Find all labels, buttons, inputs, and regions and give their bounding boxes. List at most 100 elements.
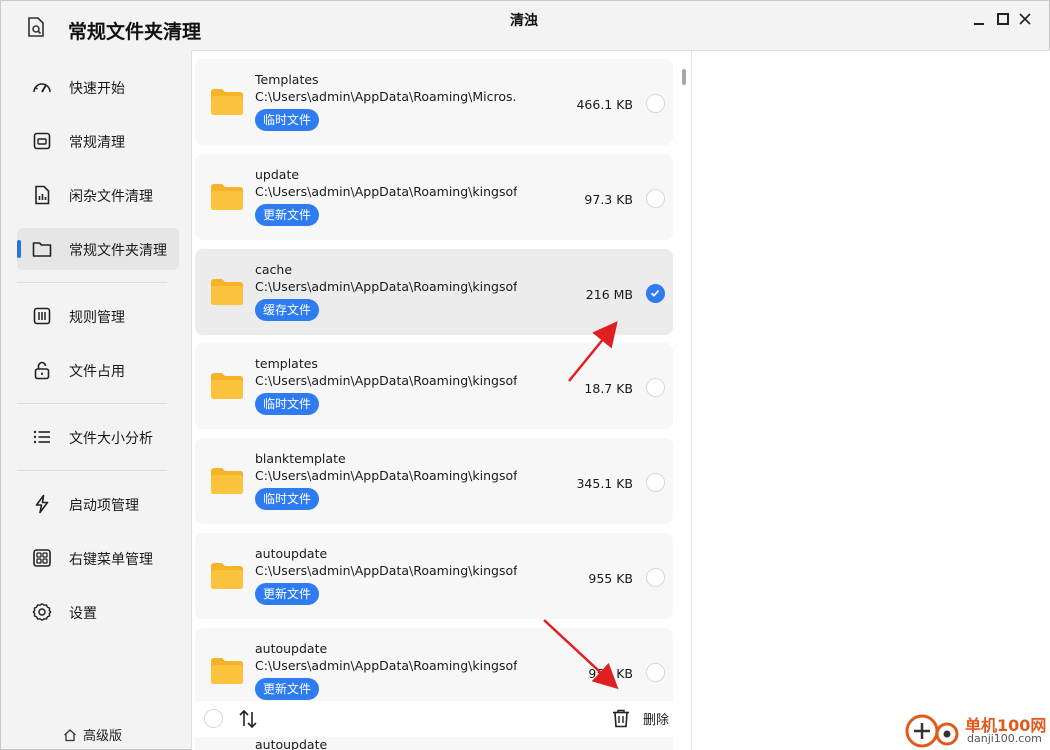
folder-checkbox[interactable] xyxy=(646,378,665,397)
app-logo-icon xyxy=(28,17,44,37)
folder-name: templates xyxy=(255,356,318,371)
folder-name: update xyxy=(255,167,300,182)
rules-icon xyxy=(33,307,51,325)
gear-icon xyxy=(32,603,52,621)
folder-icon xyxy=(211,468,243,494)
folder-path: C:\Users\admin\AppData\Roaming\Micros... xyxy=(255,89,517,104)
folder-type-badge: 缓存文件 xyxy=(255,299,320,321)
delete-label: 删除 xyxy=(643,712,670,728)
folder-type-badge: 更新文件 xyxy=(255,678,320,700)
sidebar-item-label: 文件大小分析 xyxy=(69,431,153,447)
sidebar-item-settings[interactable]: 设置 xyxy=(17,591,179,633)
sidebar-item-label: 设置 xyxy=(69,606,97,622)
app-window: 常规文件夹清理 清浊 快速开始 常规清理 闲杂文件清理 常规文件夹清理 规则管理… xyxy=(0,0,1050,750)
folder-card[interactable]: update C:\Users\admin\AppData\Roaming\ki… xyxy=(195,154,673,240)
folder-size: 97.3 KB xyxy=(584,192,633,207)
folder-name: Templates xyxy=(255,72,319,87)
detail-pane xyxy=(691,50,1050,750)
list-icon xyxy=(33,430,50,444)
close-icon xyxy=(1019,13,1031,25)
folder-path: C:\Users\admin\AppData\Roaming\kingsof..… xyxy=(255,563,517,578)
folder-icon xyxy=(211,184,243,210)
minimize-button[interactable] xyxy=(969,9,989,29)
folder-card[interactable]: autoupdate C:\Users\admin\AppData\Roamin… xyxy=(195,533,673,619)
checkmark-icon xyxy=(650,290,660,297)
folder-size: 955 KB xyxy=(588,571,633,586)
watermark-url: danji100.com xyxy=(967,732,1042,745)
folder-name: cache xyxy=(255,262,293,277)
sidebar-item-regular-clean[interactable]: 常规清理 xyxy=(17,120,179,162)
folder-path: C:\Users\admin\AppData\Roaming\kingsof..… xyxy=(255,184,517,199)
folder-name: blanktemplate xyxy=(255,451,346,466)
delete-button[interactable]: 删除 xyxy=(611,708,669,728)
folder-checkbox[interactable] xyxy=(646,94,665,113)
sidebar-item-label: 常规文件夹清理 xyxy=(69,243,167,259)
sidebar-item-label: 闲杂文件清理 xyxy=(69,189,153,205)
folder-card[interactable]: Templates C:\Users\admin\AppData\Roaming… xyxy=(195,59,673,145)
folder-icon xyxy=(32,242,52,257)
folder-type-badge: 更新文件 xyxy=(255,204,320,226)
sidebar-item-size-analysis[interactable]: 文件大小分析 xyxy=(17,416,179,458)
minimize-icon xyxy=(974,23,984,25)
folder-type-badge: 临时文件 xyxy=(255,488,320,510)
folder-size: 18.7 KB xyxy=(584,381,633,396)
folder-name: autoupdate xyxy=(255,546,328,561)
sidebar-item-label: 常规清理 xyxy=(69,135,125,151)
pro-version-link[interactable]: 高级版 xyxy=(63,725,122,744)
folder-card-selected[interactable]: cache C:\Users\admin\AppData\Roaming\kin… xyxy=(195,249,673,335)
folder-checkbox[interactable] xyxy=(646,473,665,492)
folder-icon xyxy=(211,373,243,399)
page-title: 常规文件夹清理 xyxy=(68,21,202,43)
close-button[interactable] xyxy=(1015,9,1035,29)
folder-name: autoupdate xyxy=(255,737,328,750)
folder-checkbox[interactable] xyxy=(646,663,665,682)
sidebar-item-context-menu[interactable]: 右键菜单管理 xyxy=(17,537,179,579)
cleanup-icon xyxy=(33,132,51,150)
folder-type-badge: 临时文件 xyxy=(255,109,320,131)
unlock-icon xyxy=(34,361,50,380)
folder-icon xyxy=(211,658,243,684)
sidebar-item-label: 快速开始 xyxy=(69,81,125,97)
list-scrollbar[interactable] xyxy=(682,69,686,85)
sidebar-item-quick-start[interactable]: 快速开始 xyxy=(17,66,179,108)
file-chart-icon xyxy=(35,185,50,205)
sidebar-divider xyxy=(17,470,167,471)
folder-icon xyxy=(211,279,243,305)
folder-card[interactable]: blanktemplate C:\Users\admin\AppData\Roa… xyxy=(195,438,673,524)
sidebar-item-folder-clean[interactable]: 常规文件夹清理 xyxy=(17,228,179,270)
folder-checkbox[interactable] xyxy=(646,568,665,587)
select-all-checkbox[interactable] xyxy=(204,709,223,728)
folder-name: autoupdate xyxy=(255,641,328,656)
sidebar-item-rules[interactable]: 规则管理 xyxy=(17,295,179,337)
trash-icon xyxy=(613,709,629,728)
folder-size: 955 KB xyxy=(588,666,633,681)
folder-path: C:\Users\admin\AppData\Roaming\kingsof..… xyxy=(255,658,517,673)
pro-version-label: 高级版 xyxy=(83,729,123,744)
folder-size: 216 MB xyxy=(585,287,633,302)
folder-size: 345.1 KB xyxy=(576,476,633,491)
sidebar-divider xyxy=(17,403,167,404)
sidebar-item-misc-files[interactable]: 闲杂文件清理 xyxy=(17,174,179,216)
sidebar-item-label: 右键菜单管理 xyxy=(69,552,153,568)
sidebar-item-file-occupied[interactable]: 文件占用 xyxy=(17,349,179,391)
grid-menu-icon xyxy=(33,549,51,567)
folder-type-badge: 临时文件 xyxy=(255,393,320,415)
folder-checkbox-checked[interactable] xyxy=(646,284,665,303)
folder-path: C:\Users\admin\AppData\Roaming\kingsof..… xyxy=(255,468,517,483)
sort-icon[interactable] xyxy=(237,708,259,730)
home-icon xyxy=(64,728,76,741)
sidebar-item-startup[interactable]: 启动项管理 xyxy=(17,483,179,525)
lightning-icon xyxy=(35,494,49,514)
sidebar-item-label: 规则管理 xyxy=(69,310,125,326)
maximize-button[interactable] xyxy=(993,9,1013,29)
folder-icon xyxy=(211,563,243,589)
window-title: 清浊 xyxy=(510,13,538,29)
active-indicator xyxy=(17,240,21,258)
folder-type-badge: 更新文件 xyxy=(255,583,320,605)
speedometer-icon xyxy=(33,83,51,93)
sidebar-item-label: 启动项管理 xyxy=(69,498,139,514)
folder-icon xyxy=(211,89,243,115)
maximize-icon xyxy=(997,13,1009,25)
folder-checkbox[interactable] xyxy=(646,189,665,208)
folder-card[interactable]: templates C:\Users\admin\AppData\Roaming… xyxy=(195,343,673,429)
